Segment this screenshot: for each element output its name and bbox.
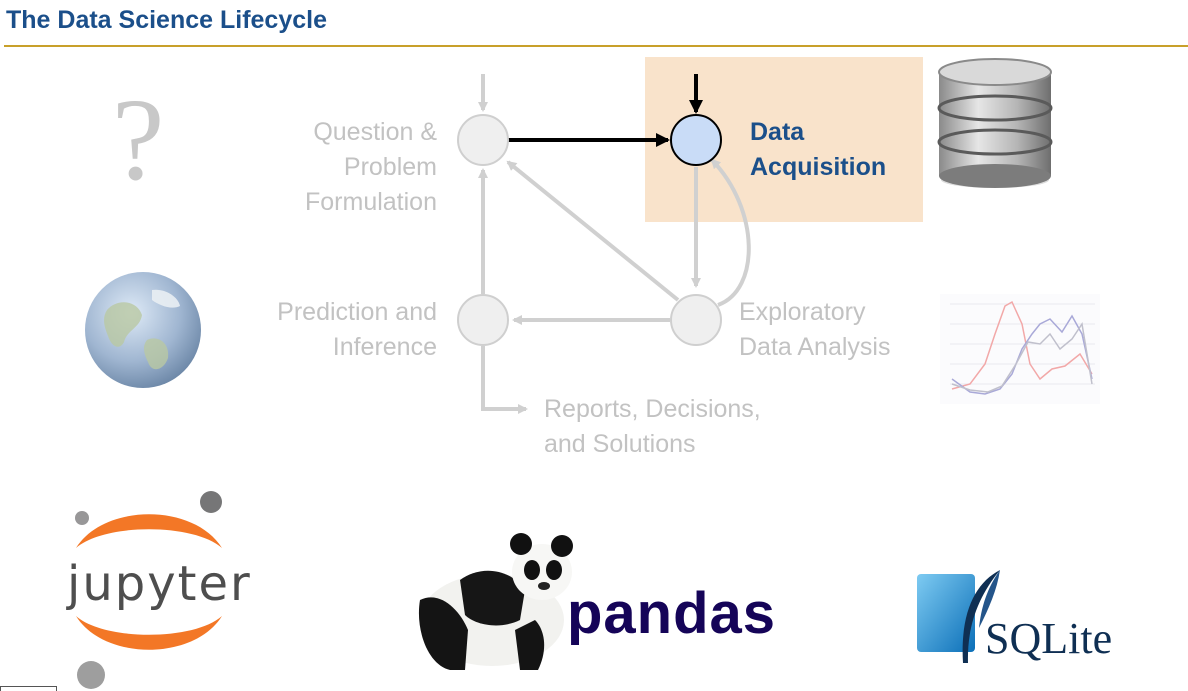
arrow-eda-loop-to-acq [710, 158, 751, 307]
node-eda [670, 294, 722, 346]
arrow-prediction-to-reports [481, 346, 528, 414]
database-icon [937, 58, 1053, 188]
label-reports: Reports, Decisions, and Solutions [544, 395, 761, 458]
line-chart-icon [940, 294, 1100, 404]
globe-icon [85, 272, 201, 388]
pandas-wordmark: pandas [567, 581, 777, 646]
panda-icon [418, 533, 573, 670]
label-eda: Exploratory Data Analysis [739, 298, 891, 361]
label-acquisition: Data Acquisition [750, 118, 887, 181]
node-question [457, 114, 509, 166]
label-prediction: Prediction and Inference [277, 298, 437, 361]
label-question: Question & Problem Formulation [305, 118, 437, 216]
node-acquisition [670, 114, 722, 166]
sqlite-wordmark: SQLite [985, 614, 1113, 663]
question-mark-icon: ? [112, 74, 165, 205]
node-prediction [457, 294, 509, 346]
corner-tab [0, 686, 57, 691]
arrow-eda-to-question [506, 160, 680, 302]
jupyter-wordmark: jupyter [67, 556, 252, 612]
